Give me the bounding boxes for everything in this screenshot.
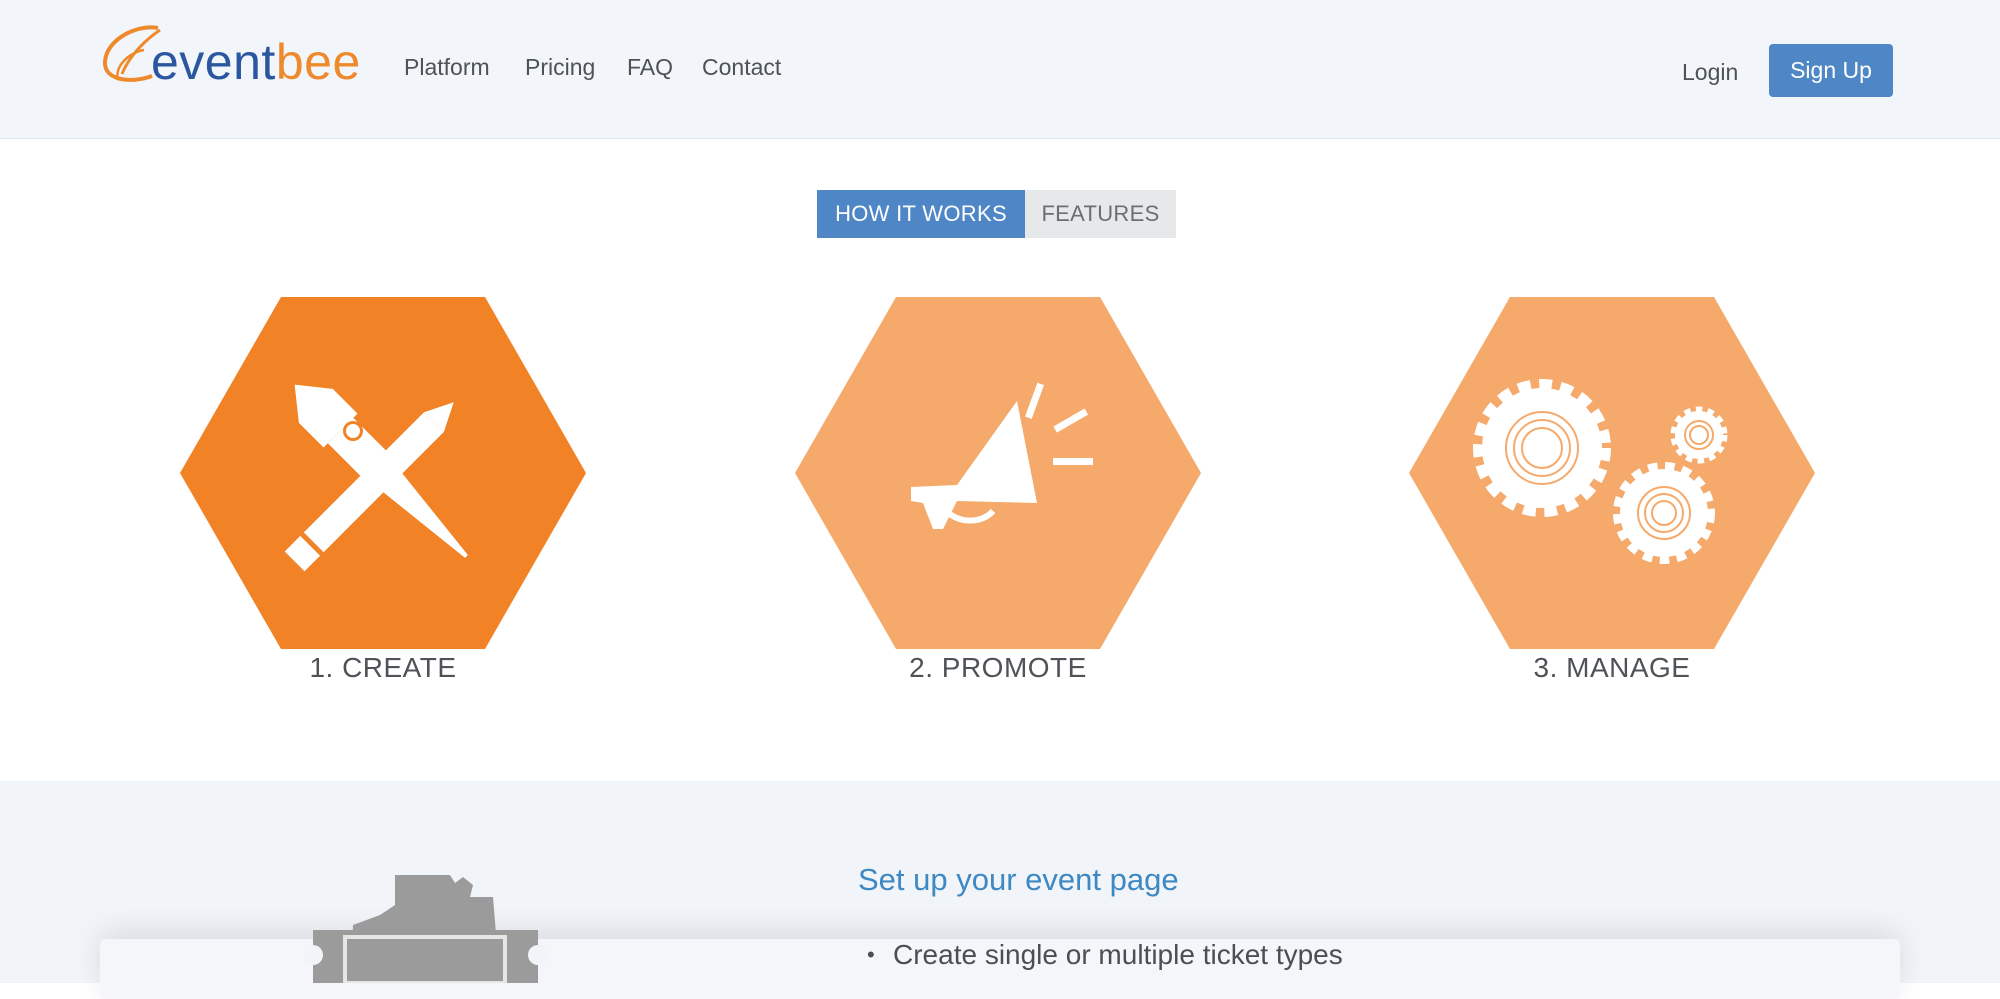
logo-wordmark: eventbee	[151, 32, 361, 92]
top-navigation-bar: eventbee Platform Pricing FAQ Contact Lo…	[0, 0, 2000, 139]
step-create-label: 1. CREATE	[309, 652, 457, 683]
step-promote-label: 2. PROMOTE	[909, 652, 1087, 683]
signup-button[interactable]: Sign Up	[1769, 44, 1893, 97]
hexagon-shape	[1409, 297, 1815, 649]
step-manage-label: 3. MANAGE	[1533, 652, 1691, 683]
logo-text-bee: bee	[275, 34, 361, 90]
logo-text-event: event	[151, 34, 276, 90]
ticket-icon	[305, 875, 548, 983]
feature-bullet-list: • Create single or multiple ticket types	[867, 935, 1343, 975]
eventbee-logo[interactable]: eventbee	[100, 22, 380, 96]
step-manage-hexagon[interactable]	[1409, 297, 1815, 649]
nav-contact-link[interactable]: Contact	[702, 50, 781, 84]
nav-platform-link[interactable]: Platform	[404, 50, 490, 84]
step-promote-hexagon[interactable]	[795, 297, 1201, 649]
feature-title: Set up your event page	[858, 862, 1179, 897]
feature-bullet-text: Create single or multiple ticket types	[893, 939, 1343, 970]
list-item: • Create single or multiple ticket types	[867, 935, 1343, 975]
nav-pricing-link[interactable]: Pricing	[525, 50, 595, 84]
nav-faq-link[interactable]: FAQ	[627, 50, 673, 84]
tab-how-it-works[interactable]: HOW IT WORKS	[817, 190, 1025, 238]
step-create-hexagon[interactable]	[180, 297, 586, 649]
login-link[interactable]: Login	[1682, 55, 1738, 89]
bullet-icon: •	[867, 942, 875, 967]
tab-features[interactable]: FEATURES	[1025, 190, 1176, 238]
